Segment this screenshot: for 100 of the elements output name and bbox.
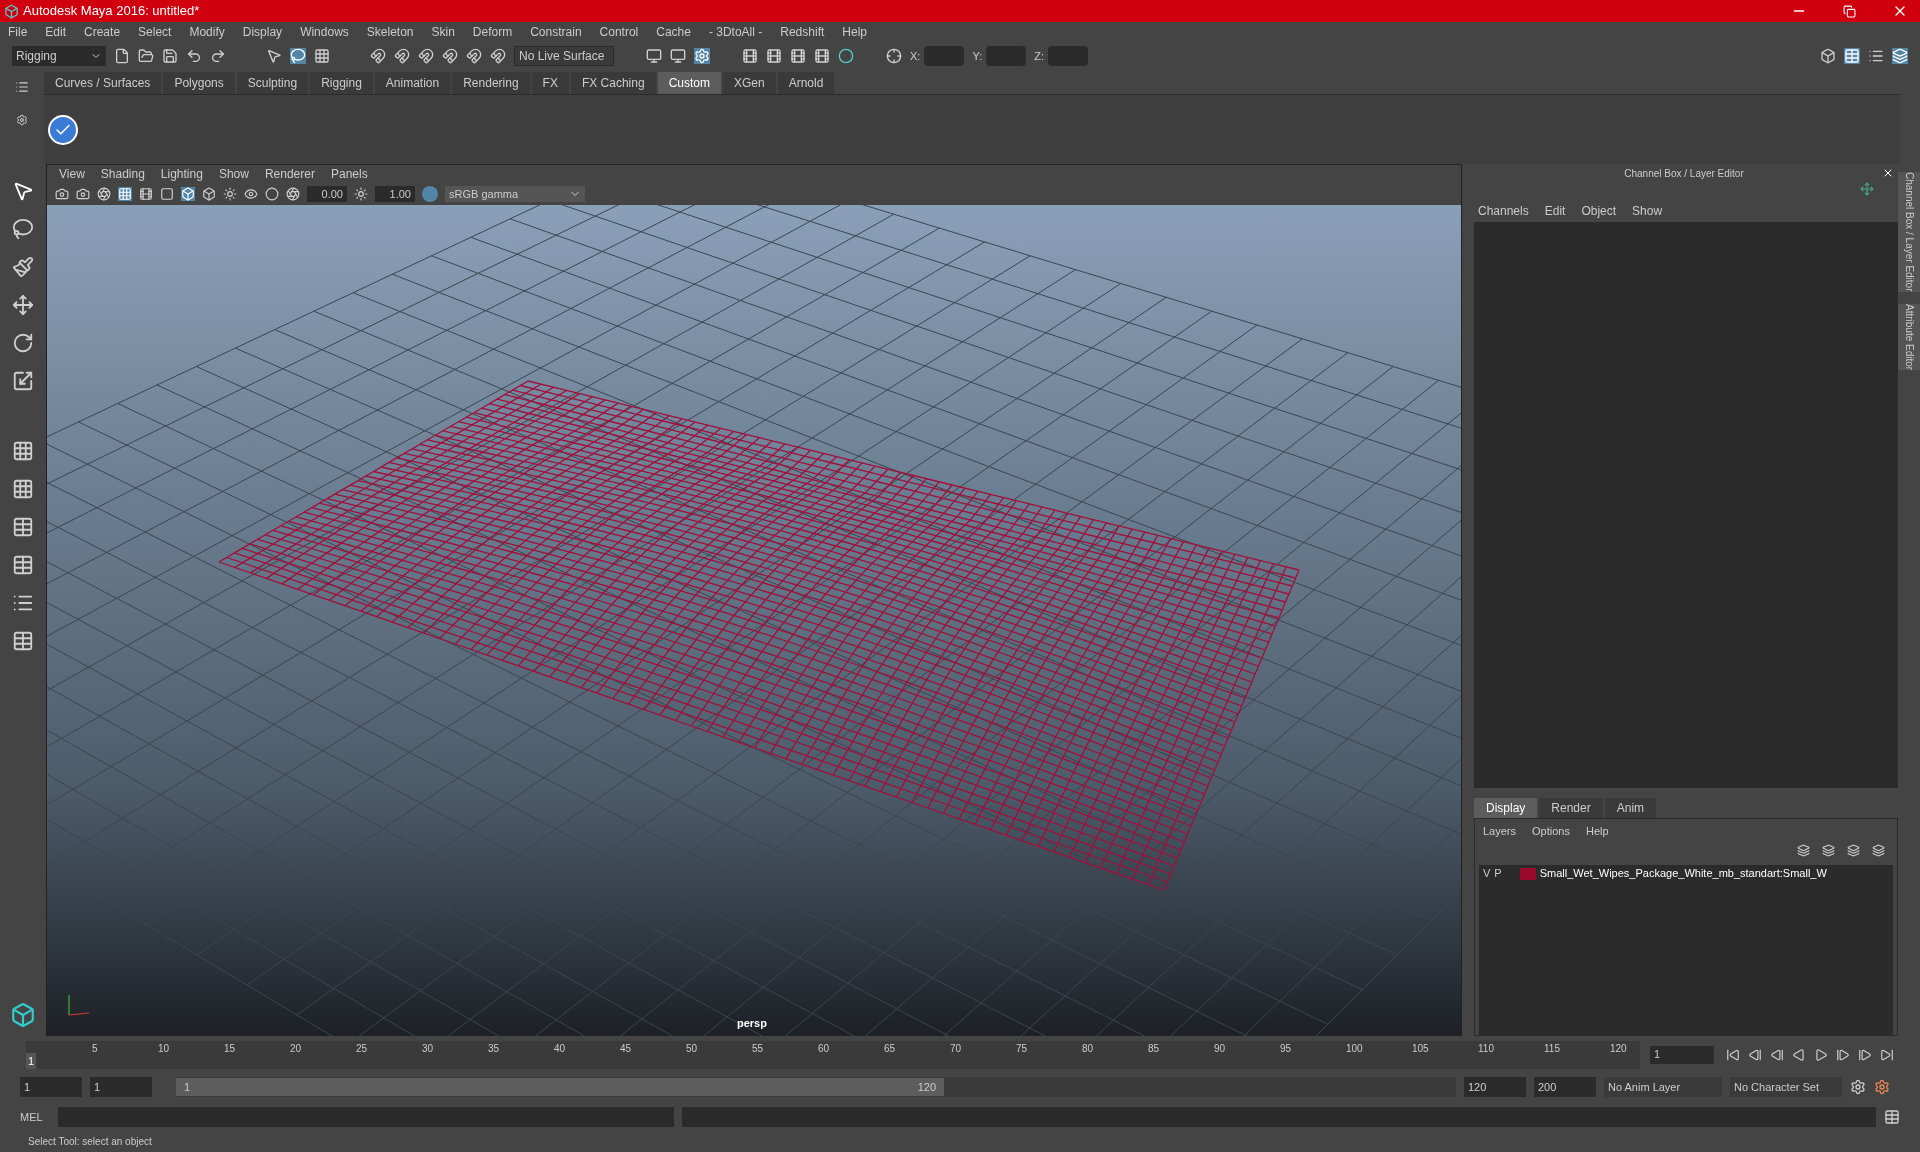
previous-key-icon[interactable] <box>1770 1048 1784 1062</box>
channel-menu[interactable]: Edit <box>1544 202 1566 218</box>
color-space-dropdown[interactable]: sRGB gamma <box>445 186 585 202</box>
isolate-icon[interactable] <box>244 187 258 201</box>
shelf-menu-icon[interactable] <box>15 80 29 94</box>
snap-icon[interactable] <box>490 48 506 64</box>
command-input-field[interactable] <box>58 1107 674 1127</box>
layout-icon[interactable] <box>12 554 34 576</box>
shelf-tab[interactable]: FX Caching <box>570 72 656 94</box>
grid-icon[interactable] <box>314 48 330 64</box>
redo-icon[interactable] <box>210 48 226 64</box>
snap-icon[interactable] <box>394 48 410 64</box>
snap-icon[interactable] <box>466 48 482 64</box>
play-icon[interactable] <box>1814 1048 1828 1062</box>
character-set-dropdown[interactable]: No Character Set <box>1730 1077 1842 1097</box>
menu-item[interactable]: Control <box>599 23 639 41</box>
go-to-end-icon[interactable] <box>1880 1048 1894 1062</box>
lasso-tool-icon[interactable] <box>12 218 34 240</box>
start-frame-field[interactable]: 1 <box>20 1077 82 1097</box>
menu-item[interactable]: Select <box>138 23 172 41</box>
exposure-icon[interactable] <box>286 187 300 201</box>
anim-layer-dropdown[interactable]: No Anim Layer <box>1604 1077 1722 1097</box>
menu-item[interactable]: Skin <box>431 23 455 41</box>
layer-tab[interactable]: Display <box>1474 798 1538 818</box>
mode-dropdown[interactable]: Rigging <box>12 46 106 66</box>
rotate-tool-icon[interactable] <box>12 332 34 354</box>
range-slider[interactable]: 1 120 <box>176 1077 1456 1097</box>
menu-item[interactable]: Edit <box>45 23 67 41</box>
resolution-gate-icon[interactable] <box>160 187 174 201</box>
playback-start-field[interactable]: 1 <box>90 1077 152 1097</box>
panel-menu[interactable]: View <box>59 165 85 183</box>
step-forward-icon[interactable] <box>1858 1048 1872 1062</box>
snap-icon[interactable] <box>442 48 458 64</box>
layout-icon[interactable] <box>12 630 34 652</box>
scale-tool-icon[interactable] <box>12 370 34 392</box>
live-surface-field[interactable]: No Live Surface <box>514 46 614 66</box>
next-key-icon[interactable] <box>1836 1048 1850 1062</box>
layer-menu[interactable]: Options <box>1532 823 1570 840</box>
menu-item[interactable]: File <box>8 23 28 41</box>
layer-down-icon[interactable] <box>1822 843 1835 857</box>
shelf-tab[interactable]: Animation <box>374 72 451 94</box>
menu-item[interactable]: Modify <box>189 23 225 41</box>
menu-item[interactable]: Help <box>842 23 867 41</box>
channel-box-icon[interactable] <box>1892 48 1908 64</box>
folder-icon[interactable] <box>138 48 154 64</box>
menu-item[interactable]: Display <box>242 23 283 41</box>
menu-item[interactable]: Redshift <box>780 23 825 41</box>
shelf-tab[interactable]: XGen <box>722 72 776 94</box>
shelf-tab[interactable]: Rigging <box>310 72 373 94</box>
exposure-field[interactable]: 0.00 <box>307 186 347 202</box>
step-back-icon[interactable] <box>1748 1048 1762 1062</box>
film-gate-icon[interactable] <box>139 187 153 201</box>
menu-item[interactable]: Windows <box>300 23 349 41</box>
xray-icon[interactable] <box>265 187 279 201</box>
end-frame-field[interactable]: 200 <box>1534 1077 1596 1097</box>
playback-end-field[interactable]: 120 <box>1464 1077 1526 1097</box>
snap-icon[interactable] <box>418 48 434 64</box>
coordinate-field[interactable] <box>924 46 965 66</box>
layer-tab[interactable]: Anim <box>1604 798 1657 818</box>
lasso-icon[interactable] <box>290 48 306 64</box>
menu-item[interactable]: Constrain <box>530 23 582 41</box>
paint-tool-icon[interactable] <box>12 256 34 278</box>
wireframe-icon[interactable] <box>181 187 195 201</box>
restore-icon[interactable] <box>1843 4 1856 18</box>
camera-icon[interactable] <box>55 187 69 201</box>
coordinate-field[interactable] <box>986 46 1027 66</box>
side-tab[interactable]: Channel Box / Layer Editor <box>1897 172 1920 292</box>
undo-icon[interactable] <box>186 48 202 64</box>
menu-item[interactable]: Deform <box>472 23 513 41</box>
range-bar[interactable]: 1 120 <box>176 1078 944 1096</box>
shelf-tab[interactable]: Sculpting <box>236 72 309 94</box>
layer-up-icon[interactable] <box>1797 843 1810 857</box>
select-icon[interactable] <box>266 48 282 64</box>
shelf-tab[interactable]: Custom <box>657 72 721 94</box>
channel-menu[interactable]: Show <box>1632 202 1663 218</box>
channel-menu[interactable]: Channels <box>1478 202 1529 218</box>
new-file-icon[interactable] <box>114 48 130 64</box>
check-icon[interactable] <box>48 114 78 145</box>
script-editor-icon[interactable] <box>1884 1109 1900 1125</box>
panel-menu[interactable]: Renderer <box>264 165 315 183</box>
new-layer-selected-icon[interactable] <box>1872 843 1885 857</box>
play-backward-icon[interactable] <box>1792 1048 1806 1062</box>
shelf-tab[interactable]: Rendering <box>452 72 530 94</box>
select-tool-icon[interactable] <box>12 180 34 202</box>
time-slider[interactable]: 1 5 10 15 20 25 30 35 40 45 50 55 60 65 70 75 80 85 90 95 100 105 110 115 120 <box>26 1041 1640 1069</box>
preferences-icon[interactable] <box>1850 1079 1866 1095</box>
menu-item[interactable]: Create <box>84 23 121 41</box>
layer-row[interactable]: V P Small_Wet_Wipes_Package_White_mb_standart:Small_W <box>1479 864 1893 883</box>
close-icon[interactable] <box>1882 167 1894 179</box>
channel-menu[interactable]: Object <box>1581 202 1617 218</box>
menu-item[interactable]: Cache <box>656 23 691 41</box>
panel-menu[interactable]: Panels <box>330 165 368 183</box>
shelf-tab[interactable]: Curves / Surfaces <box>44 72 162 94</box>
snap-icon[interactable] <box>370 48 386 64</box>
hypershade-icon[interactable] <box>838 48 854 64</box>
layer-menu[interactable]: Layers <box>1483 823 1517 840</box>
playback-toggle[interactable]: P <box>1494 865 1502 882</box>
panel-menu[interactable]: Lighting <box>160 165 203 183</box>
menu-item[interactable]: - 3DtoAll - <box>708 23 763 41</box>
go-to-start-icon[interactable] <box>1726 1048 1740 1062</box>
